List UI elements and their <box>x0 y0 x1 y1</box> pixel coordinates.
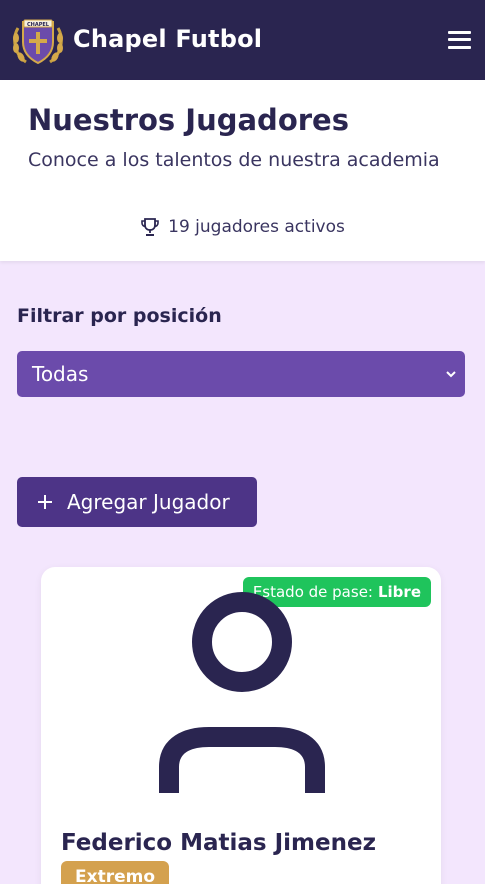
hamburger-menu-icon[interactable] <box>448 30 472 50</box>
plus-icon <box>38 495 52 509</box>
player-name: Federico Matias Jimenez <box>61 830 376 856</box>
navbar: CHAPEL Chapel Futbol <box>0 0 485 80</box>
page-header: Nuestros Jugadores Conoce a los talentos… <box>0 80 485 261</box>
brand-name[interactable]: Chapel Futbol <box>73 25 262 53</box>
active-count-label: 19 jugadores activos <box>168 217 345 237</box>
page-title: Nuestros Jugadores <box>28 103 349 137</box>
status-value: Libre <box>377 583 421 601</box>
position-filter-select[interactable]: Todas <box>17 351 465 397</box>
chevron-down-icon <box>446 371 456 378</box>
active-players-count: 19 jugadores activos <box>0 217 485 237</box>
add-player-label: Agregar Jugador <box>67 490 230 514</box>
logo-text: CHAPEL <box>27 22 50 28</box>
player-avatar-icon <box>159 592 325 793</box>
page-subtitle: Conoce a los talentos de nuestra academi… <box>28 149 440 171</box>
position-badge: Extremo <box>61 861 170 884</box>
player-card[interactable]: Estado de pase: Libre Federico Matias Ji… <box>41 567 441 884</box>
add-player-button[interactable]: Agregar Jugador <box>17 477 257 527</box>
trophy-icon <box>141 218 159 236</box>
filter-selected-value: Todas <box>32 362 89 386</box>
filter-label: Filtrar por posición <box>17 305 222 327</box>
club-logo[interactable]: CHAPEL <box>10 16 66 66</box>
